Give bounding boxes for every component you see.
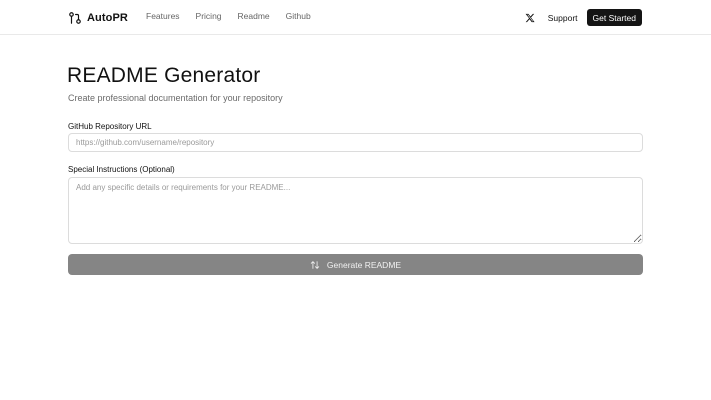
header-actions: Support Get Started [525,9,642,26]
get-started-button[interactable]: Get Started [586,9,642,26]
nav-link-features[interactable]: Features [146,11,180,21]
brand-logo-link[interactable]: AutoPR [68,9,128,26]
support-link[interactable]: Support [548,13,578,23]
git-pull-request-icon [68,11,82,25]
top-navbar: AutoPR Features Pricing Readme Github Su… [0,0,711,35]
nav-link-pricing[interactable]: Pricing [196,11,222,21]
generate-button-label: Generate README [326,259,402,270]
instructions-label: Special Instructions (Optional) [68,165,175,174]
main-nav: Features Pricing Readme Github [146,11,327,21]
repo-url-label: GitHub Repository URL [68,122,152,131]
repo-url-input[interactable] [68,133,643,152]
generate-readme-button[interactable]: Generate README [68,254,643,275]
instructions-textarea[interactable] [68,177,643,244]
nav-link-github[interactable]: Github [286,11,311,21]
brand-name: AutoPR [87,11,128,24]
x-logo-icon[interactable] [525,13,535,23]
swap-arrows-icon [310,260,320,270]
page-title: README Generator [67,64,261,87]
page-subtitle: Create professional documentation for yo… [68,93,283,103]
nav-link-readme[interactable]: Readme [238,11,270,21]
